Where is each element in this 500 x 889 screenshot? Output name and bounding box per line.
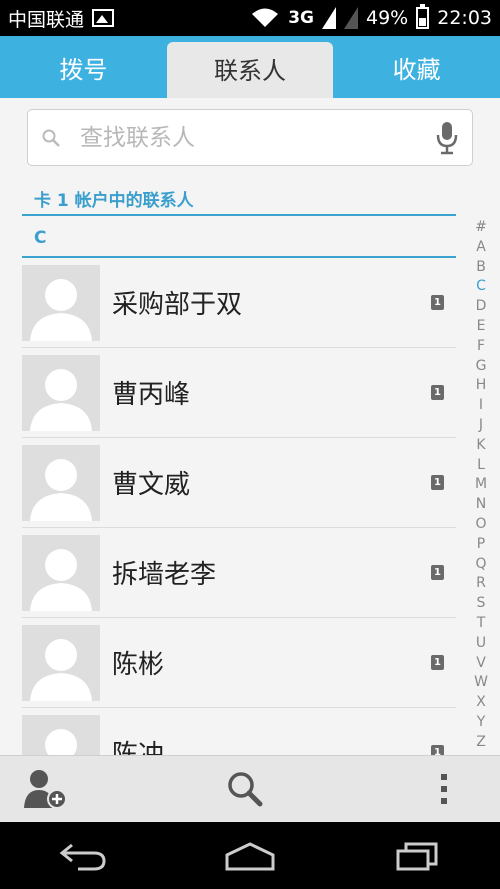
contact-avatar bbox=[22, 264, 100, 341]
index-letter[interactable]: D bbox=[476, 297, 487, 317]
contact-list: 采购部于双 1 曹丙峰 1 曹文威 1 拆墙老李 1 陈彬 1 陈冲 1 bbox=[22, 258, 456, 755]
index-letter[interactable]: I bbox=[479, 396, 483, 416]
contact-name: 拆墙老李 bbox=[112, 560, 217, 590]
contact-avatar bbox=[22, 354, 100, 431]
index-letter[interactable]: Z bbox=[476, 733, 486, 753]
index-letter[interactable]: X bbox=[476, 693, 486, 713]
index-letter-active[interactable]: C bbox=[476, 277, 486, 297]
contact-row[interactable]: 陈冲 1 bbox=[22, 708, 456, 755]
index-letter[interactable]: F bbox=[477, 337, 485, 357]
status-right: 3G 49% 22:03 bbox=[250, 4, 492, 29]
signal-1-icon bbox=[322, 7, 336, 29]
signal-2-icon bbox=[344, 7, 358, 29]
index-letter[interactable]: # bbox=[475, 218, 487, 238]
carrier-name: 中国联通 bbox=[8, 8, 85, 31]
contact-name: 曹丙峰 bbox=[112, 380, 191, 410]
contact-avatar bbox=[22, 534, 100, 611]
alphabet-index[interactable]: # A B C D E F G H I J K L M N O P Q R S … bbox=[470, 218, 492, 753]
home-button[interactable] bbox=[220, 836, 280, 876]
index-letter[interactable]: S bbox=[477, 594, 486, 614]
tab-contacts[interactable]: 联系人 bbox=[166, 42, 334, 98]
sim-card-icon: 1 bbox=[431, 475, 444, 490]
index-letter[interactable]: T bbox=[477, 614, 486, 634]
person-silhouette-icon bbox=[30, 368, 92, 431]
contact-row[interactable]: 曹文威 1 bbox=[22, 438, 456, 528]
contact-name: 采购部于双 bbox=[112, 290, 243, 320]
person-silhouette-icon bbox=[45, 728, 77, 755]
microphone-icon[interactable] bbox=[436, 121, 458, 155]
image-notification-icon bbox=[92, 9, 115, 27]
search-box[interactable] bbox=[27, 109, 473, 166]
person-silhouette-icon bbox=[30, 548, 92, 611]
tab-dialer[interactable]: 拨号 bbox=[0, 36, 167, 98]
person-silhouette-icon bbox=[30, 638, 92, 701]
letter-section-header: C bbox=[22, 228, 456, 258]
contact-row[interactable]: 陈彬 1 bbox=[22, 618, 456, 708]
contact-name: 陈彬 bbox=[112, 650, 165, 680]
contact-avatar bbox=[22, 624, 100, 701]
navigation-bar bbox=[0, 822, 500, 889]
index-letter[interactable]: K bbox=[476, 436, 485, 456]
back-button[interactable] bbox=[53, 836, 113, 876]
search-icon bbox=[42, 129, 60, 147]
status-bar: 中国联通 3G 49% 22:03 bbox=[0, 0, 500, 36]
index-letter[interactable]: A bbox=[476, 238, 486, 258]
account-section-header: 卡 1 帐户中的联系人 bbox=[22, 186, 456, 216]
index-letter[interactable]: Y bbox=[477, 713, 486, 733]
clock: 22:03 bbox=[437, 7, 492, 29]
index-letter[interactable]: L bbox=[477, 456, 485, 476]
index-letter[interactable]: G bbox=[476, 357, 487, 377]
index-letter[interactable]: N bbox=[476, 495, 486, 515]
sim-card-icon: 1 bbox=[431, 565, 444, 580]
battery-icon bbox=[416, 4, 430, 29]
more-options-button[interactable] bbox=[420, 765, 468, 813]
index-letter[interactable]: Q bbox=[475, 555, 486, 575]
index-letter[interactable]: H bbox=[476, 376, 487, 396]
contact-name: 曹文威 bbox=[112, 470, 191, 500]
sim-card-icon: 1 bbox=[431, 385, 444, 400]
sim-card-icon: 1 bbox=[431, 655, 444, 670]
search-input[interactable] bbox=[80, 124, 436, 151]
network-type: 3G bbox=[288, 8, 314, 28]
sim-card-icon: 1 bbox=[431, 745, 444, 755]
index-letter[interactable]: B bbox=[476, 258, 486, 278]
index-letter[interactable]: U bbox=[476, 634, 486, 654]
search-icon bbox=[228, 772, 263, 807]
bottom-action-bar bbox=[0, 755, 500, 822]
search-button[interactable] bbox=[221, 765, 269, 813]
person-silhouette-icon bbox=[30, 458, 92, 521]
recent-apps-icon bbox=[396, 842, 438, 870]
tab-bar: 拨号 联系人 收藏 bbox=[0, 36, 500, 98]
add-contact-button[interactable] bbox=[22, 765, 70, 813]
index-letter[interactable]: W bbox=[474, 673, 488, 693]
contact-avatar bbox=[22, 714, 100, 755]
index-letter[interactable]: E bbox=[477, 317, 486, 337]
person-silhouette-icon bbox=[30, 278, 92, 341]
contact-row[interactable]: 采购部于双 1 bbox=[22, 258, 456, 348]
contact-avatar bbox=[22, 444, 100, 521]
add-contact-icon bbox=[24, 770, 67, 809]
battery-percent: 49% bbox=[366, 7, 409, 29]
contact-row[interactable]: 曹丙峰 1 bbox=[22, 348, 456, 438]
home-icon bbox=[225, 841, 275, 870]
contact-row[interactable]: 拆墙老李 1 bbox=[22, 528, 456, 618]
recent-apps-button[interactable] bbox=[387, 836, 447, 876]
back-arrow-icon bbox=[59, 843, 106, 870]
tab-favorites[interactable]: 收藏 bbox=[333, 36, 500, 98]
wifi-icon bbox=[252, 8, 279, 27]
index-letter[interactable]: O bbox=[475, 515, 486, 535]
index-letter[interactable]: P bbox=[477, 535, 485, 555]
contact-name: 陈冲 bbox=[112, 740, 165, 755]
index-letter[interactable]: M bbox=[475, 475, 487, 495]
more-vertical-icon bbox=[441, 774, 447, 804]
index-letter[interactable]: R bbox=[476, 574, 486, 594]
index-letter[interactable]: V bbox=[476, 654, 486, 674]
index-letter[interactable]: J bbox=[479, 416, 483, 436]
sim-card-icon: 1 bbox=[431, 295, 444, 310]
